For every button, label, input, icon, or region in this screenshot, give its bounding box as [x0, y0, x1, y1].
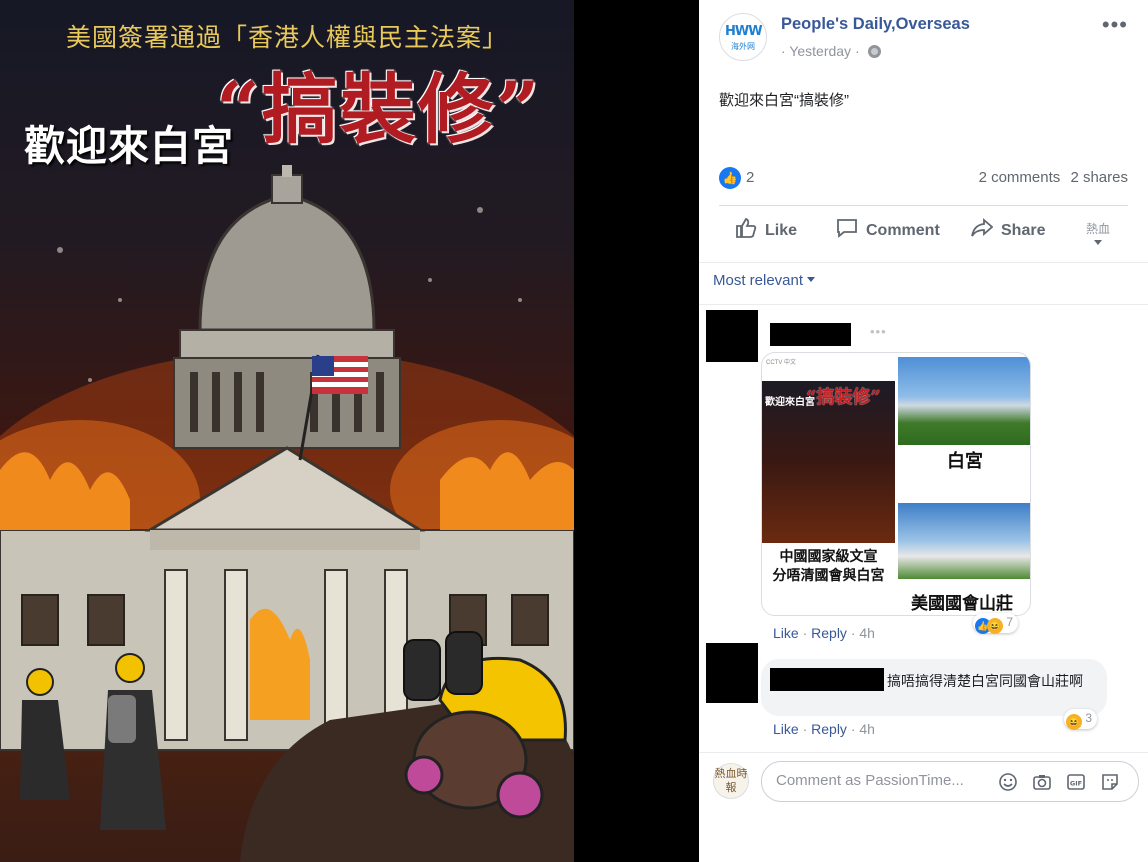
like-button-label: Like: [765, 222, 798, 239]
comment-actions: Like · Reply · 4h: [773, 625, 875, 641]
engagement-counts: 2 comments 2 shares: [973, 169, 1128, 186]
page-logo-text: HWW: [725, 24, 763, 39]
reactions-summary: 👍 2 2 comments 2 shares: [719, 167, 1128, 191]
poster-highlight-text: “搞裝修”: [216, 65, 542, 154]
commenter-avatar[interactable]: 熱血時報: [713, 763, 749, 799]
post-image[interactable]: 美國簽署通過「香港人權與民主法案」 歡迎來白宮 “搞裝修”: [0, 0, 574, 862]
comment-like-link[interactable]: Like: [773, 625, 799, 641]
like-reaction-icon[interactable]: 👍: [719, 167, 741, 189]
comment-sort-dropdown[interactable]: Most relevant: [713, 272, 816, 289]
comment-reaction-count: 3: [1085, 711, 1093, 725]
more-options-icon[interactable]: •••: [1102, 12, 1128, 38]
redacted-commenter-avatar: [706, 310, 758, 362]
comment-input-box[interactable]: GIF: [761, 761, 1139, 802]
comment-reactions-badge[interactable]: 😆 3: [1064, 709, 1098, 730]
comment-button[interactable]: Comment: [836, 218, 940, 240]
attachment-source-label: CCTV 中文: [766, 360, 797, 366]
post-header: HWW 海外网 People's Daily,Overseas · Yester…: [699, 0, 1148, 70]
share-arrow-icon: [971, 218, 993, 237]
comment-time[interactable]: 4h: [859, 721, 875, 737]
chevron-down-icon: [807, 277, 816, 282]
comment-bubble: 搞唔搞得清楚白宮同國會山莊啊: [761, 659, 1107, 716]
comment-actions: Like · Reply · 4h: [773, 721, 875, 737]
comment-text: 搞唔搞得清楚白宮同國會山莊啊: [887, 673, 1083, 689]
chevron-down-icon: [1094, 240, 1102, 245]
comment-reaction-count: 7: [1006, 615, 1014, 629]
page-name-link[interactable]: People's Daily,Overseas: [781, 15, 970, 34]
comment-reply-link[interactable]: Reply: [811, 721, 847, 737]
attachment-left-caption: 中國國家級文宣 分唔清國會與白宮: [762, 543, 895, 585]
post-meta: · Yesterday ·: [781, 43, 881, 59]
page-voice-switcher[interactable]: 熱血: [1086, 220, 1128, 251]
poster-welcome-text: 歡迎來白宮: [24, 122, 234, 170]
thumbs-up-icon: [736, 218, 757, 238]
post-body-text: 歡迎來白宮“搞裝修”: [719, 92, 849, 109]
page-voice-avatar: 熱血: [1086, 222, 1111, 236]
share-button-label: Share: [1001, 222, 1046, 239]
sort-label-text: Most relevant: [713, 272, 804, 289]
capitol-label: 美國國會山莊: [911, 594, 1013, 613]
comment-sort-row: Most relevant: [699, 262, 1148, 305]
page-logo-subtext: 海外网: [731, 42, 755, 51]
post-timestamp[interactable]: Yesterday: [789, 43, 851, 59]
screenshot-root: 美國簽署通過「香港人權與民主法案」 歡迎來白宮 “搞裝修” HWW 海外网 Pe…: [0, 0, 1148, 862]
white-house-label: 白宮: [947, 451, 983, 471]
image-divider: [574, 0, 699, 862]
redacted-commenter-name: [770, 323, 851, 346]
like-button[interactable]: Like: [735, 218, 797, 240]
attachment-poster-highlight: “搞裝修”: [806, 387, 881, 408]
comment-options-icon[interactable]: •••: [870, 324, 887, 339]
post-panel: HWW 海外网 People's Daily,Overseas · Yester…: [699, 0, 1148, 862]
comment-composer: 熱血時報 GIF: [699, 752, 1148, 810]
white-house-photo: [898, 357, 1030, 445]
share-button[interactable]: Share: [971, 218, 1045, 240]
comment-button-label: Comment: [866, 222, 940, 239]
post-action-bar: Like Comment Share 熱血: [719, 205, 1128, 257]
camera-icon[interactable]: [1032, 772, 1052, 792]
comment-like-link[interactable]: Like: [773, 721, 799, 737]
shares-count-link[interactable]: 2 shares: [1070, 169, 1128, 186]
haha-reaction-icon: 😆: [987, 618, 1003, 634]
capitol-photo: [898, 503, 1030, 579]
commenter-avatar-text: 熱血時報: [714, 767, 748, 794]
haha-reaction-icon: 😆: [1066, 714, 1082, 730]
svg-text:GIF: GIF: [1070, 780, 1082, 788]
sticker-icon[interactable]: [1100, 772, 1120, 792]
comment-reactions-badge[interactable]: 👍😆 7: [973, 613, 1019, 634]
comments-count-link[interactable]: 2 comments: [979, 169, 1061, 186]
page-avatar[interactable]: HWW 海外网: [719, 13, 767, 61]
redacted-commenter-avatar: [706, 643, 758, 703]
globe-icon[interactable]: [867, 45, 881, 58]
gif-icon[interactable]: GIF: [1066, 772, 1086, 792]
attachment-left-caption-text: 中國國家級文宣 分唔清國會與白宮: [772, 548, 885, 583]
redacted-commenter-name: [770, 668, 884, 691]
comment-time[interactable]: 4h: [859, 625, 875, 641]
emoji-icon[interactable]: [998, 772, 1018, 792]
poster-headline: 美國簽署通過「香港人權與民主法案」: [65, 23, 508, 52]
comment-reply-link[interactable]: Reply: [811, 625, 847, 641]
reaction-count[interactable]: 2: [746, 169, 754, 186]
comment-bubble-icon: [837, 219, 857, 238]
comment-input[interactable]: [776, 772, 990, 789]
comment-attachment-image[interactable]: CCTV 中文 歡迎來白宮 “搞裝修” 中國國家級文宣 分唔清國會與白宮 白宮 …: [761, 352, 1031, 616]
attachment-poster-thumb: 歡迎來白宮 “搞裝修”: [762, 381, 895, 543]
